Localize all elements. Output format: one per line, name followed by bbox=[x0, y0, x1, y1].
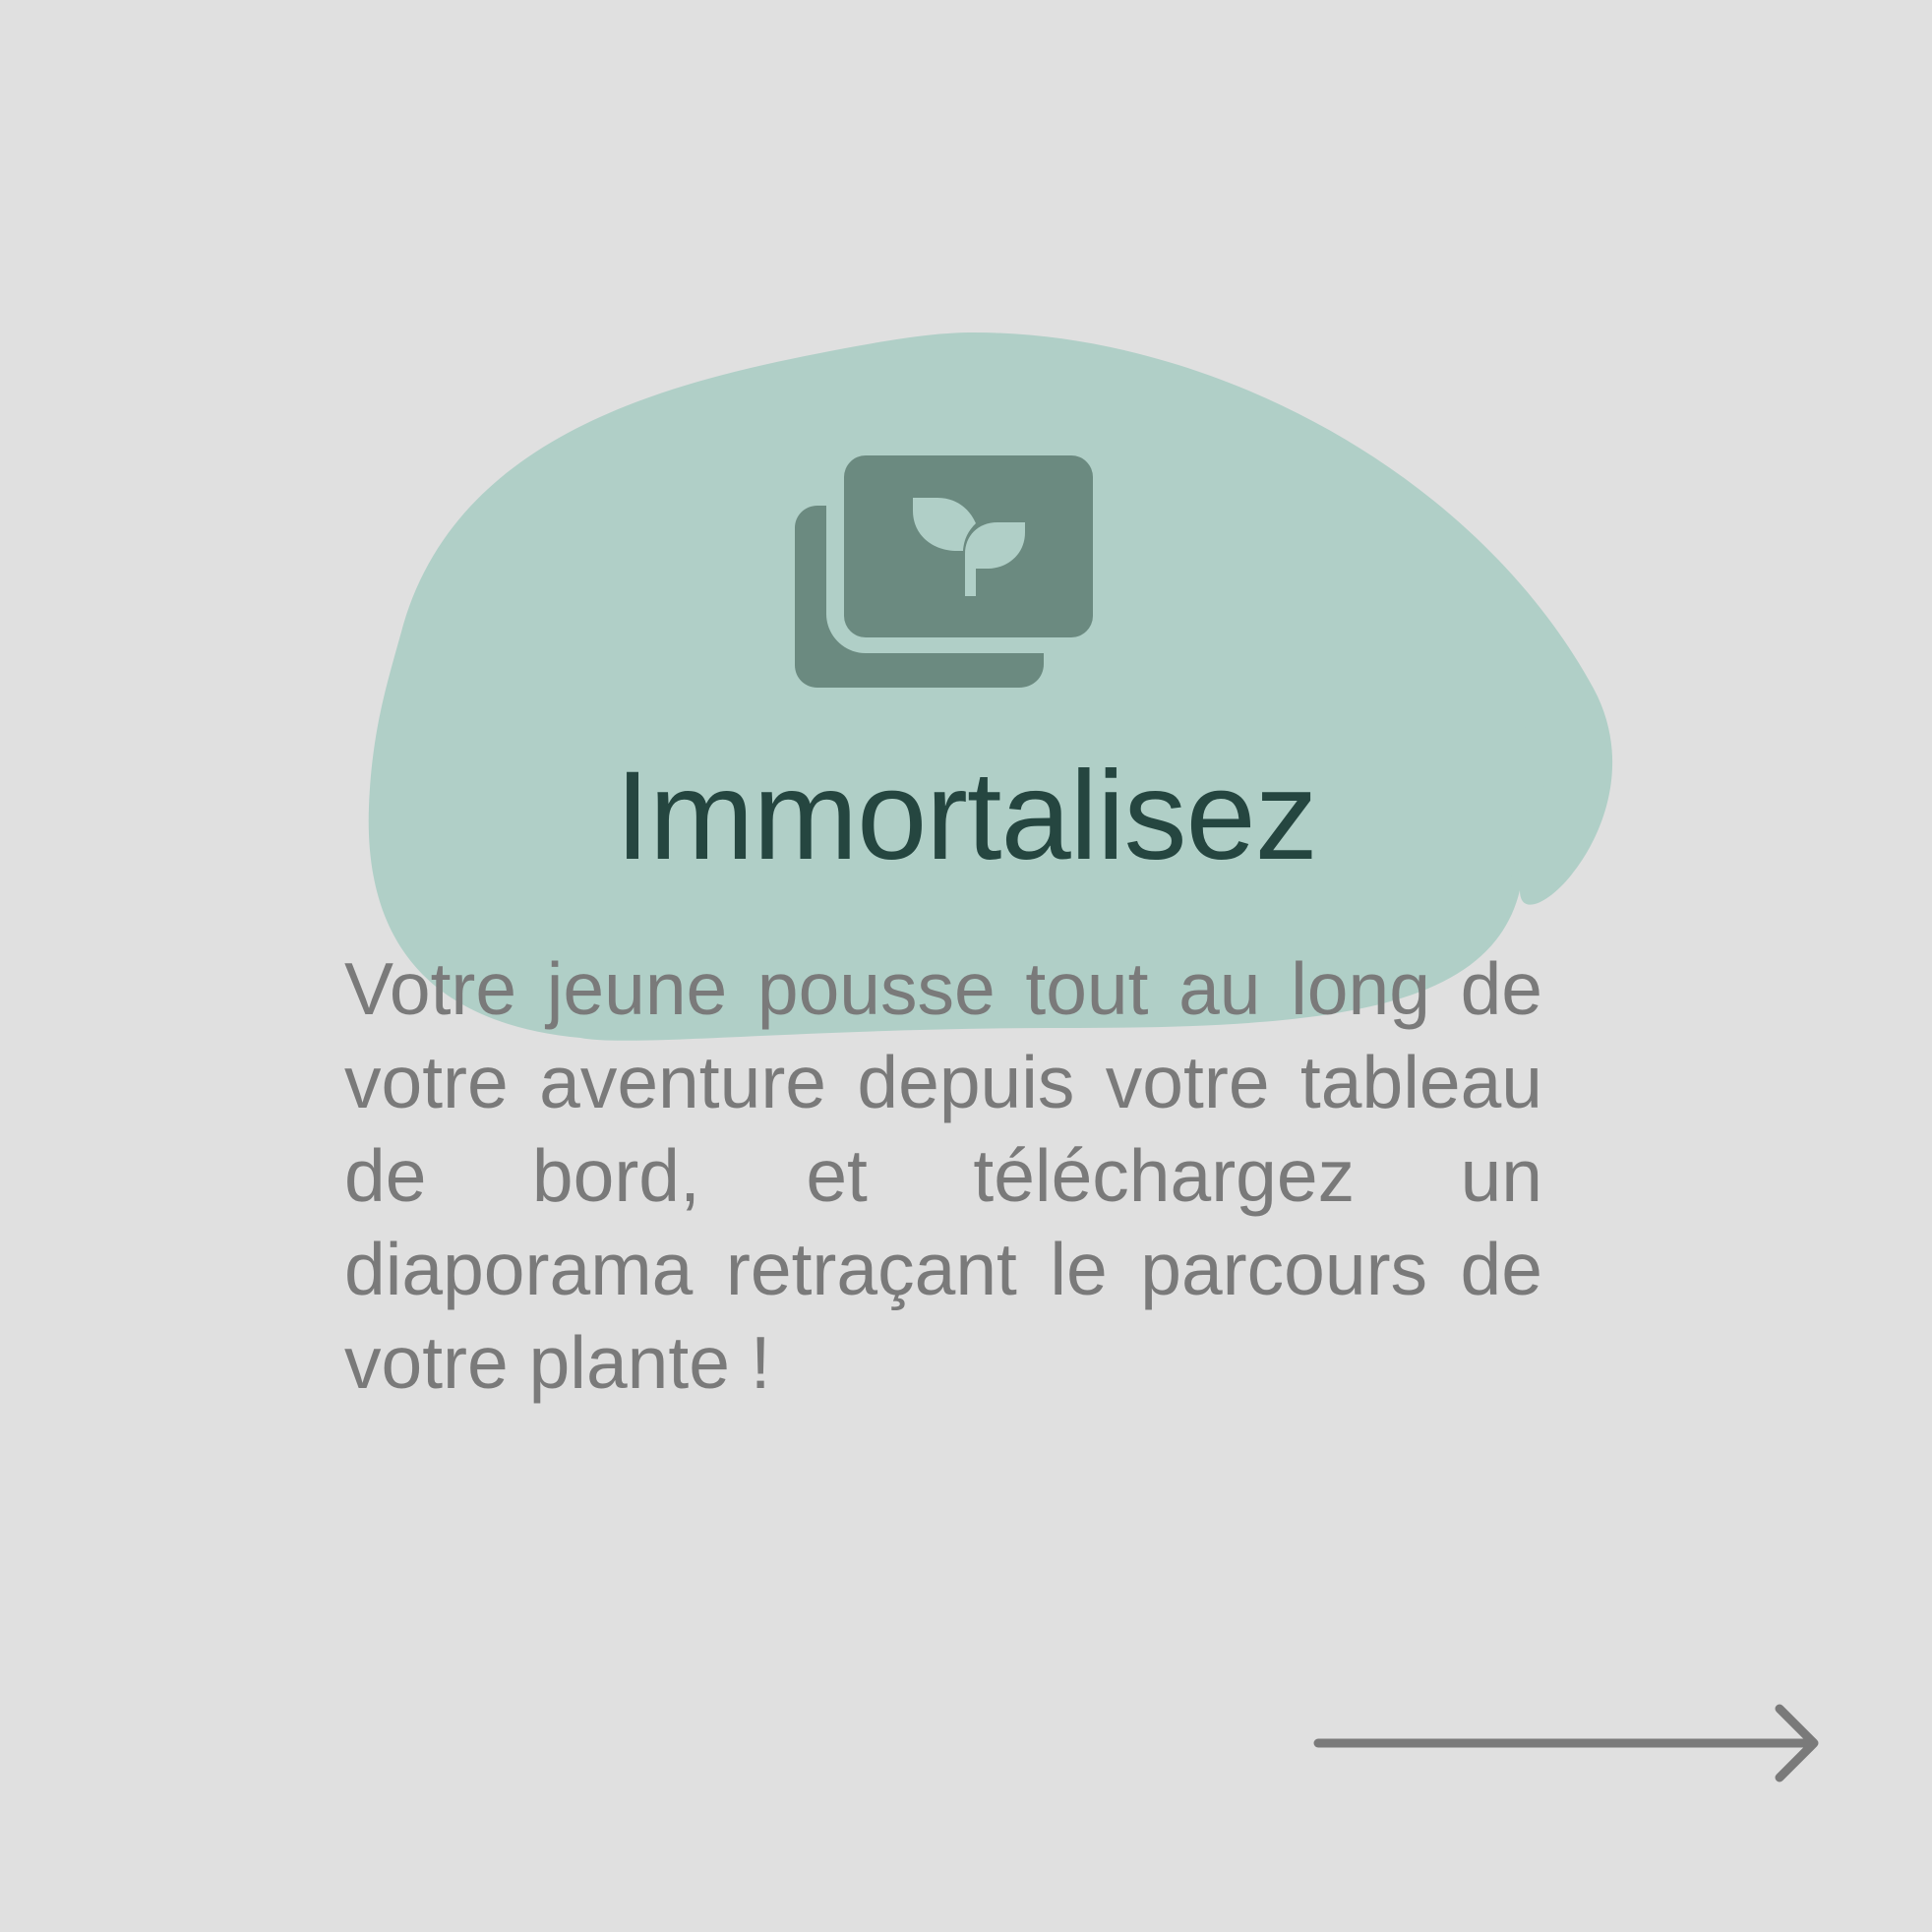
slide-title: Immortalisez bbox=[615, 746, 1317, 886]
slide-description: Votre jeune pousse tout au long de votre… bbox=[344, 947, 1542, 1404]
photo-stack-sprout-icon bbox=[795, 455, 1093, 688]
next-arrow-icon[interactable] bbox=[1312, 1704, 1820, 1782]
